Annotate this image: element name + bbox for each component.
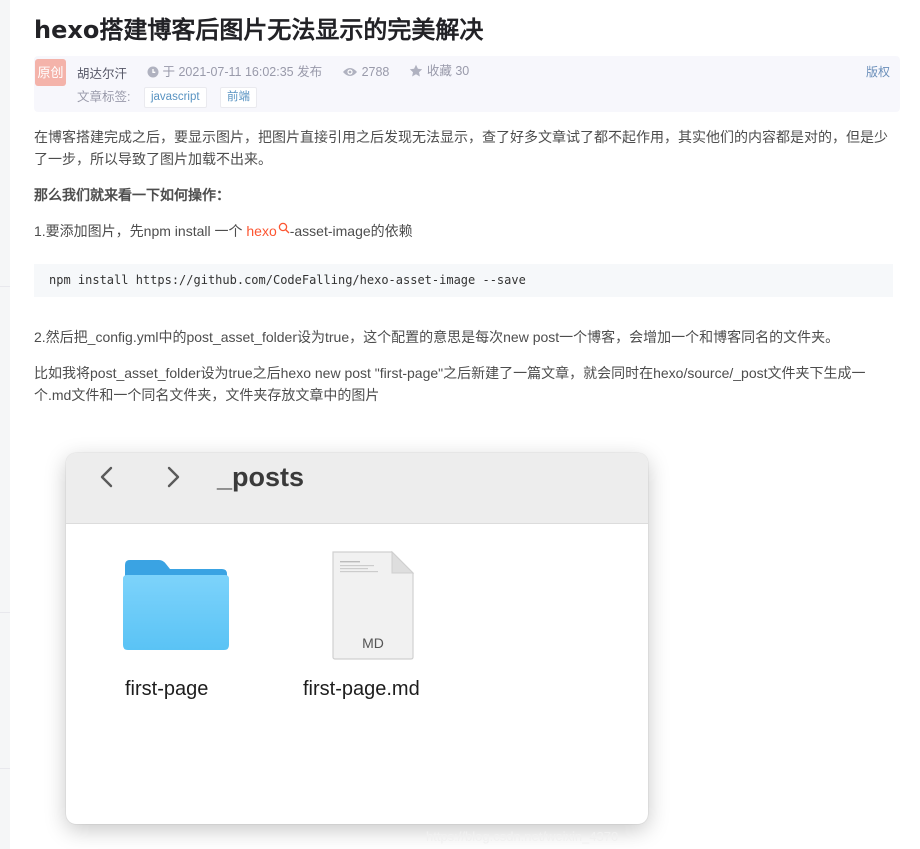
folder-title: _posts <box>217 462 305 492</box>
tag-javascript[interactable]: javascript <box>143 87 207 109</box>
folder-icon <box>123 560 229 650</box>
tags-label: 文章标签: <box>77 90 131 104</box>
clock-icon <box>147 66 158 78</box>
tags-row: 文章标签: javascript 前端 <box>77 87 258 109</box>
paragraph-intro: 在博客搭建完成之后，要显示图片，把图片直接引用之后发现无法显示，查了好多文章试了… <box>34 129 888 167</box>
finder-screenshot: _posts first-page MD first-page.md <box>66 453 648 824</box>
article-title: hexo搭建博客后图片无法显示的完美解决 <box>34 16 484 44</box>
favorite-button[interactable]: 收藏 30 <box>409 62 469 80</box>
view-count: 2788 <box>342 63 390 81</box>
view-count-text: 2788 <box>361 65 390 79</box>
hexo-link-text: hexo <box>246 223 277 239</box>
meta-info-row: 胡达尔汗 于 2021-07-11 16:02:35 发布 2788 收藏 30 <box>77 62 469 81</box>
article: hexo搭建博客后图片无法显示的完美解决 原创 胡达尔汗 于 2021-07-1… <box>10 0 920 849</box>
md-file-label: first-page.md <box>303 678 420 700</box>
original-badge: 原创 <box>35 59 66 86</box>
search-icon <box>278 222 290 234</box>
paragraph-step1: 1.要添加图片，先npm install 一个 hexo -asset-image… <box>34 220 413 242</box>
image-watermark: https://blog.csdn.net/weixin_4370 <box>426 829 619 844</box>
finder-toolbar: _posts <box>66 453 648 524</box>
folder-label: first-page <box>125 678 209 700</box>
chevron-left-icon <box>100 466 113 488</box>
paragraph-heading: 那么我们就来看一下如何操作： <box>34 187 230 203</box>
eye-icon <box>342 68 357 76</box>
sidebar-divider <box>0 612 10 613</box>
publish-time-text: 于 2021-07-11 16:02:35 发布 <box>162 65 323 79</box>
tag-frontend[interactable]: 前端 <box>220 87 258 109</box>
step1-text-before: 1.要添加图片，先npm install 一个 <box>34 223 247 239</box>
left-sidebar-edge <box>0 0 10 849</box>
chevron-right-icon <box>167 466 180 488</box>
paragraph-step2: 2.然后把_config.yml中的post_asset_folder设为tru… <box>34 329 840 345</box>
article-meta-box: 原创 胡达尔汗 于 2021-07-11 16:02:35 发布 2788 收藏… <box>34 56 900 112</box>
copyright-link[interactable]: 版权 <box>866 63 890 81</box>
author-link[interactable]: 胡达尔汗 <box>77 67 127 81</box>
md-file-badge: MD <box>362 635 384 651</box>
hexo-search-link[interactable]: hexo <box>246 222 290 239</box>
star-icon <box>409 64 423 77</box>
code-block: npm install https://github.com/CodeFalli… <box>34 264 893 297</box>
sidebar-divider <box>0 286 10 287</box>
sidebar-divider <box>0 768 10 769</box>
favorite-count-text: 收藏 30 <box>426 64 470 78</box>
step1-text-after: -asset-image的依赖 <box>289 223 413 239</box>
paragraph-example: 比如我将post_asset_folder设为true之后hexo new po… <box>34 365 866 403</box>
publish-time: 于 2021-07-11 16:02:35 发布 <box>147 63 323 81</box>
